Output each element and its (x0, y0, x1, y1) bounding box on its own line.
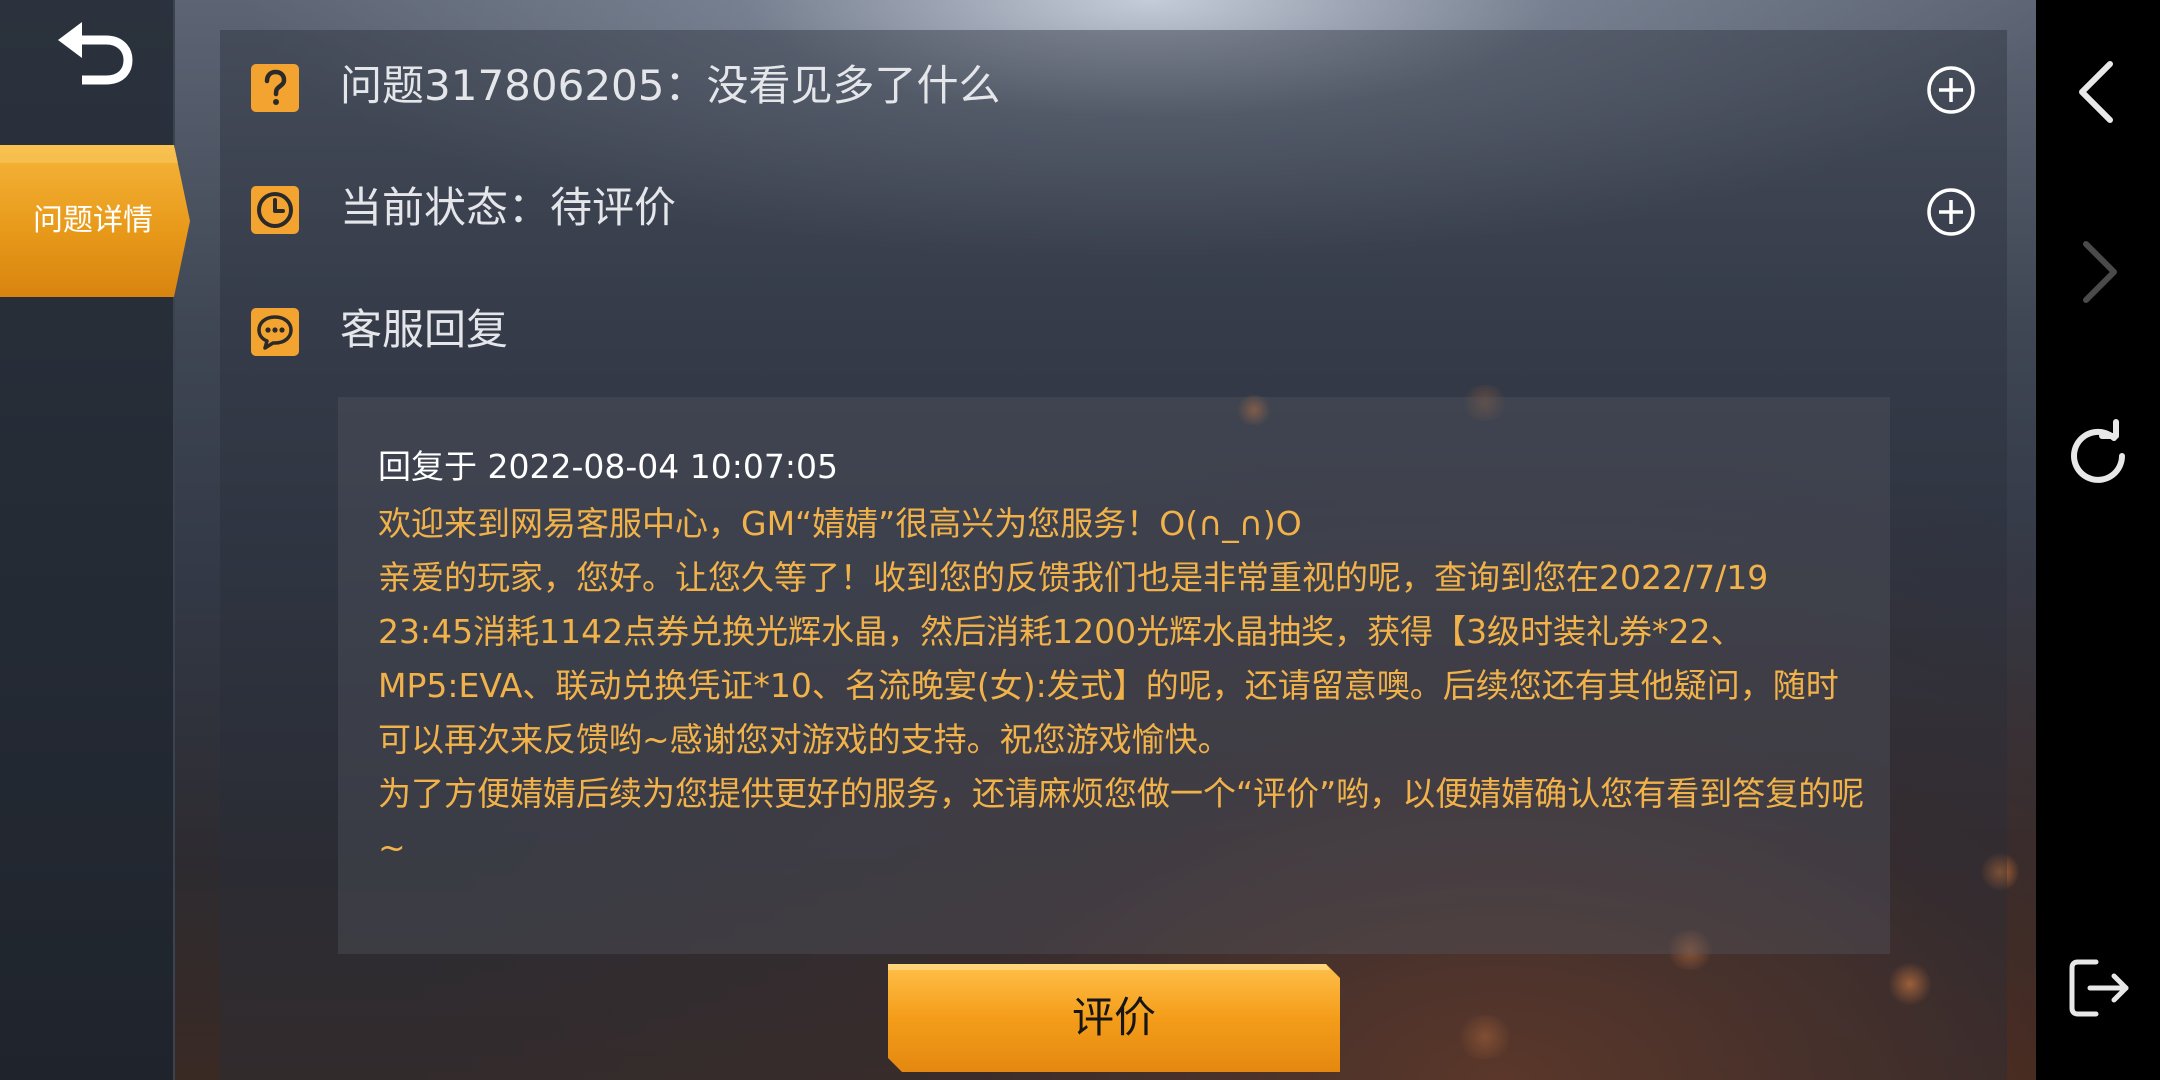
system-nav-bar (2036, 0, 2160, 1080)
tab-issue-details-label: 问题详情 (33, 203, 153, 238)
exit-icon (2069, 959, 2129, 1017)
reply-body: 欢迎来到网易客服中心，GM“婧婧”很高兴为您服务！O(∩_∩)O 亲爱的玩家，您… (378, 497, 1868, 875)
reply-paragraph: 亲爱的玩家，您好。让您久等了！收到您的反馈我们也是非常重视的呢，查询到您在202… (378, 558, 1839, 759)
question-mark-icon (251, 64, 299, 112)
left-rail: 问题详情 (0, 0, 190, 1080)
nav-back-button[interactable] (2058, 52, 2138, 132)
reply-paragraph: 欢迎来到网易客服中心，GM“婧婧”很高兴为您服务！O(∩_∩)O (378, 504, 1302, 543)
screen: 问题详情 问题317806205：没看见多了什么 当前状态：待评价 客服回复 回… (0, 0, 2160, 1080)
reply-header-text: 客服回复 (340, 305, 509, 354)
tab-issue-details[interactable]: 问题详情 (0, 145, 192, 297)
rate-button[interactable]: 评价 (888, 964, 1340, 1072)
plus-circle-icon (1927, 66, 1975, 114)
back-button[interactable] (52, 18, 138, 94)
rate-button-label: 评价 (1071, 993, 1156, 1042)
expand-status-button[interactable] (1926, 187, 1976, 237)
chevron-right-icon (2083, 241, 2117, 303)
plus-circle-icon (1927, 188, 1975, 236)
issue-title: 问题317806205：没看见多了什么 (340, 61, 1001, 110)
nav-forward-button[interactable] (2058, 232, 2138, 312)
undo-arrow-icon (58, 22, 133, 85)
chevron-left-icon (2079, 61, 2113, 123)
expand-title-button[interactable] (1926, 65, 1976, 115)
status-text: 当前状态：待评价 (340, 183, 677, 232)
status-row: 当前状态：待评价 (220, 152, 2007, 262)
issue-title-row: 问题317806205：没看见多了什么 (220, 30, 2007, 140)
reply-content-box: 回复于 2022-08-04 10:07:05 欢迎来到网易客服中心，GM“婧婧… (338, 397, 1890, 954)
issue-detail-panel: 问题317806205：没看见多了什么 当前状态：待评价 客服回复 回复于 20… (220, 30, 2007, 1080)
reply-header-row: 客服回复 (220, 274, 2007, 384)
nav-refresh-button[interactable] (2058, 416, 2138, 496)
clock-icon (251, 186, 299, 234)
refresh-icon (2071, 419, 2125, 483)
chat-bubble-icon (251, 308, 299, 356)
nav-exit-button[interactable] (2058, 948, 2138, 1028)
reply-timestamp: 回复于 2022-08-04 10:07:05 (378, 447, 838, 486)
reply-paragraph: 为了方便婧婧后续为您提供更好的服务，还请麻烦您做一个“评价”哟，以便婧婧确认您有… (378, 774, 1865, 867)
